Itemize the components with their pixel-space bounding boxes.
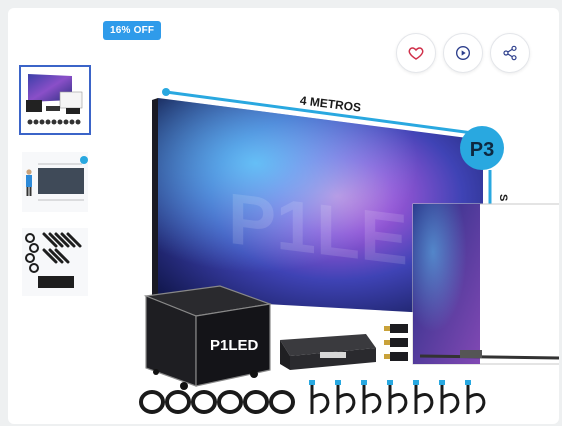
product-main-image: P1LED 4 METROS P3 S P1LED	[143, 88, 559, 390]
thumbnail-1-image	[26, 74, 83, 125]
share-button[interactable]	[490, 33, 530, 73]
video-processor	[280, 334, 376, 370]
thumbnail-2[interactable]	[20, 148, 90, 216]
video-button[interactable]	[443, 33, 483, 73]
discount-badge: 16% OFF	[103, 21, 162, 40]
flight-case: P1LED	[143, 285, 273, 390]
wishlist-button[interactable]	[396, 33, 436, 73]
thumbnail-3[interactable]	[20, 226, 90, 298]
product-gallery: 16% OFF P1LED 4 METROS P3 S P1LED	[8, 8, 559, 424]
height-label: S	[497, 194, 509, 201]
pitch-badge-text: P3	[470, 139, 494, 161]
heart-icon	[408, 47, 424, 60]
receiving-cards	[384, 324, 408, 361]
play-circle-icon	[456, 46, 470, 60]
share-icon	[503, 45, 517, 61]
thumbnail-1[interactable]	[19, 65, 91, 135]
thumbnail-3-image	[22, 228, 88, 296]
thumbnail-2-image	[22, 152, 88, 212]
case-logo: P1LED	[210, 337, 259, 354]
cables-row	[139, 380, 486, 414]
